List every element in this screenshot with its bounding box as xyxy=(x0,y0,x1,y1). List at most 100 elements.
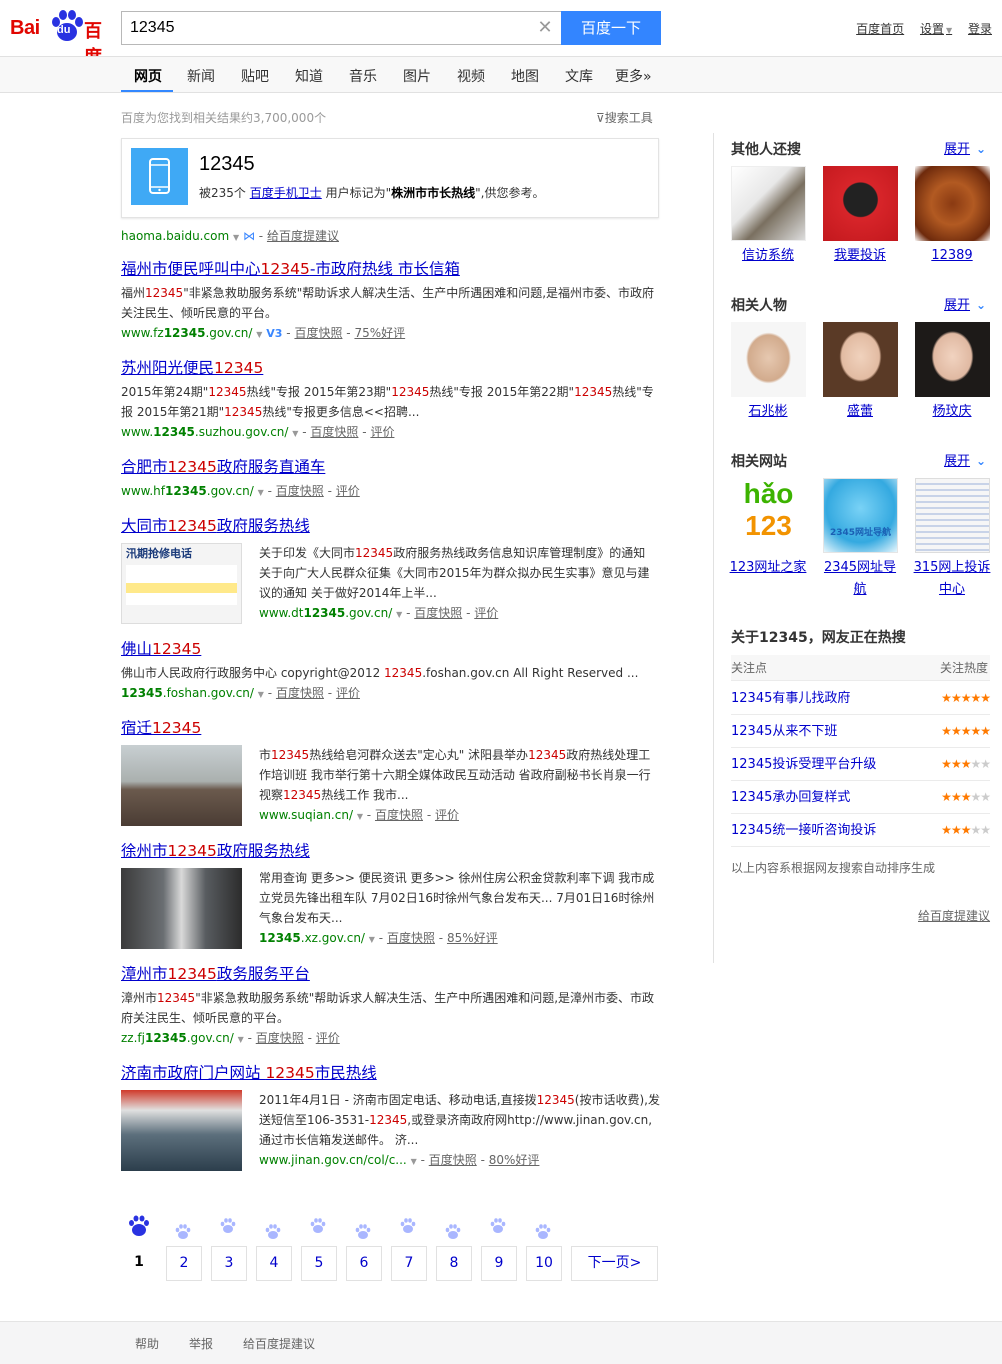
result-thumbnail[interactable]: 汛期抢修电话 xyxy=(121,543,242,624)
rating-link[interactable]: 评价 xyxy=(336,686,360,700)
dropdown-arrow-icon[interactable]: ▼ xyxy=(258,690,264,699)
snapshot-link[interactable]: 百度快照 xyxy=(387,931,435,945)
snapshot-link[interactable]: 百度快照 xyxy=(310,425,358,439)
snapshot-link[interactable]: 百度快照 xyxy=(414,606,462,620)
dropdown-arrow-icon[interactable]: ▼ xyxy=(256,330,262,339)
next-page-button[interactable]: 下一页> xyxy=(571,1246,658,1281)
dropdown-arrow-icon[interactable]: ▼ xyxy=(238,1035,244,1044)
dropdown-arrow-icon[interactable]: ▼ xyxy=(369,935,375,944)
hot-feedback-link[interactable]: 给百度提建议 xyxy=(918,907,990,924)
others-expand-link[interactable]: 展开 ⌄ xyxy=(944,138,986,157)
baidu-logo[interactable]: Bai du 百度 xyxy=(10,9,112,68)
footer-help-link[interactable]: 帮助 xyxy=(135,1335,159,1352)
tab-wenku[interactable]: 文库 xyxy=(565,66,593,86)
page-link-6[interactable]: 6 xyxy=(346,1246,382,1281)
rating-link[interactable]: 80%好评 xyxy=(489,1153,540,1167)
tab-images[interactable]: 图片 xyxy=(403,66,431,86)
tab-video[interactable]: 视频 xyxy=(457,66,485,86)
315-site-thumbnail[interactable] xyxy=(915,478,990,553)
footer-feedback-link[interactable]: 给百度提建议 xyxy=(243,1335,315,1352)
snapshot-link[interactable]: 百度快照 xyxy=(429,1153,477,1167)
related-image-complaint[interactable] xyxy=(823,166,898,241)
dropdown-arrow-icon[interactable]: ▼ xyxy=(357,812,363,821)
card-feedback-link[interactable]: 给百度提建议 xyxy=(267,229,339,243)
tab-music[interactable]: 音乐 xyxy=(349,66,377,86)
snapshot-link[interactable]: 百度快照 xyxy=(276,484,324,498)
site-name-link[interactable]: 123网址之家 xyxy=(728,557,808,579)
site-name-link[interactable]: 2345网址导航 xyxy=(820,557,900,601)
hot-search-link[interactable]: 12345统一接听咨询投诉 xyxy=(731,823,876,838)
rating-link[interactable]: 评价 xyxy=(370,425,394,439)
result-title-link[interactable]: 大同市12345政府服务热线 xyxy=(121,516,661,536)
tab-tieba[interactable]: 贴吧 xyxy=(241,66,269,86)
result-title-link[interactable]: 佛山12345 xyxy=(121,639,661,659)
result-title-link[interactable]: 苏州阳光便民12345 xyxy=(121,358,661,378)
person-name-link[interactable]: 盛蕾 xyxy=(820,401,900,423)
dropdown-arrow-icon[interactable]: ▼ xyxy=(411,1157,417,1166)
page-link-4[interactable]: 4 xyxy=(256,1246,292,1281)
search-button[interactable]: 百度一下 xyxy=(561,11,661,45)
search-tools-button[interactable]: ⊽搜索工具 xyxy=(596,109,653,126)
search-input[interactable] xyxy=(130,18,530,38)
v3-badge[interactable]: V3 xyxy=(266,327,282,340)
tab-zhidao[interactable]: 知道 xyxy=(295,66,323,86)
result-title-link[interactable]: 漳州市12345政务服务平台 xyxy=(121,964,661,984)
related-image-petition[interactable] xyxy=(731,166,806,241)
login-link[interactable]: 登录 xyxy=(968,22,992,36)
snapshot-link[interactable]: 百度快照 xyxy=(256,1031,304,1045)
person-photo[interactable] xyxy=(731,322,806,397)
hot-search-link[interactable]: 12345有事儿找政府 xyxy=(731,691,850,706)
person-name-link[interactable]: 石兆彬 xyxy=(728,401,808,423)
snapshot-link[interactable]: 百度快照 xyxy=(375,808,423,822)
related-image-12389[interactable] xyxy=(915,166,990,241)
result-title-link[interactable]: 福州市便民呼叫中心12345-市政府热线 市长信箱 xyxy=(121,259,661,279)
hao123-logo[interactable]: hǎo 123 xyxy=(731,478,806,553)
page-link-9[interactable]: 9 xyxy=(481,1246,517,1281)
page-link-2[interactable]: 2 xyxy=(166,1246,202,1281)
rating-link[interactable]: 75%好评 xyxy=(354,326,405,340)
result-title-link[interactable]: 宿迁12345 xyxy=(121,718,661,738)
person-photo[interactable] xyxy=(915,322,990,397)
result-thumbnail[interactable] xyxy=(121,1090,242,1171)
tab-news[interactable]: 新闻 xyxy=(187,66,215,86)
settings-link[interactable]: 设置 ▼ xyxy=(920,22,952,36)
hot-search-link[interactable]: 12345从来不下班 xyxy=(731,724,837,739)
snapshot-link[interactable]: 百度快照 xyxy=(276,686,324,700)
tab-more[interactable]: 更多» xyxy=(615,66,652,86)
home-link[interactable]: 百度首页 xyxy=(856,22,904,36)
rating-link[interactable]: 评价 xyxy=(316,1031,340,1045)
snapshot-link[interactable]: 百度快照 xyxy=(294,326,342,340)
hot-search-link[interactable]: 12345投诉受理平台升级 xyxy=(731,757,876,772)
page-link-8[interactable]: 8 xyxy=(436,1246,472,1281)
page-link-7[interactable]: 7 xyxy=(391,1246,427,1281)
dropdown-arrow-icon[interactable]: ▼ xyxy=(396,610,402,619)
rating-link[interactable]: 评价 xyxy=(435,808,459,822)
related-caption[interactable]: 我要投诉 xyxy=(820,245,900,267)
footer-report-link[interactable]: 举报 xyxy=(189,1335,213,1352)
result-title-link[interactable]: 济南市政府门户网站 12345市民热线 xyxy=(121,1063,661,1083)
rating-link[interactable]: 评价 xyxy=(336,484,360,498)
rating-link[interactable]: 评价 xyxy=(474,606,498,620)
dropdown-arrow-icon[interactable]: ▼ xyxy=(233,233,239,242)
result-title-link[interactable]: 合肥市12345政府服务直通车 xyxy=(121,457,661,477)
related-caption[interactable]: 12389 xyxy=(912,245,992,267)
page-link-3[interactable]: 3 xyxy=(211,1246,247,1281)
dropdown-arrow-icon[interactable]: ▼ xyxy=(292,429,298,438)
result-title-link[interactable]: 徐州市12345政府服务热线 xyxy=(121,841,661,861)
tab-map[interactable]: 地图 xyxy=(511,66,539,86)
sites-expand-link[interactable]: 展开 ⌄ xyxy=(944,450,986,469)
person-photo[interactable] xyxy=(823,322,898,397)
result-thumbnail[interactable] xyxy=(121,868,242,949)
related-caption[interactable]: 信访系统 xyxy=(728,245,808,267)
clear-icon[interactable]: ✕ xyxy=(537,19,553,37)
tab-web[interactable]: 网页 xyxy=(134,66,162,86)
person-name-link[interactable]: 杨玟庆 xyxy=(912,401,992,423)
security-app-link[interactable]: 百度手机卫士 xyxy=(250,186,322,200)
dropdown-arrow-icon[interactable]: ▼ xyxy=(258,488,264,497)
page-link-5[interactable]: 5 xyxy=(301,1246,337,1281)
rating-link[interactable]: 85%好评 xyxy=(447,931,498,945)
result-thumbnail[interactable] xyxy=(121,745,242,826)
2345-logo[interactable]: 2345网址导航 xyxy=(823,478,898,553)
hot-search-link[interactable]: 12345承办回复样式 xyxy=(731,790,850,805)
page-link-10[interactable]: 10 xyxy=(526,1246,562,1281)
